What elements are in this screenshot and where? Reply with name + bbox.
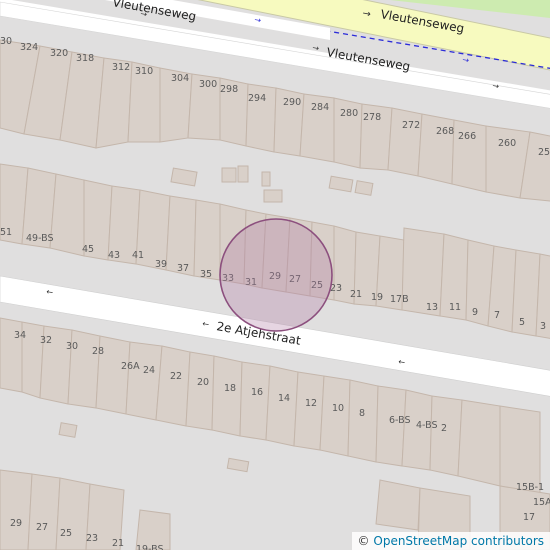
house-number: 5 [519, 317, 525, 328]
house-number: 32 [40, 335, 52, 346]
house-number: 16 [251, 387, 263, 398]
house-number: 11 [449, 302, 461, 313]
house-number: 37 [177, 263, 189, 274]
house-number: 26A [121, 361, 140, 372]
house-number: 9 [472, 307, 478, 318]
house-number: 45 [82, 244, 94, 255]
house-number: 21 [112, 538, 124, 549]
house-number: 278 [363, 112, 381, 123]
house-number: 34 [14, 330, 26, 341]
house-number: 304 [171, 73, 189, 84]
house-number: 3 [540, 321, 546, 332]
house-number: 35 [200, 269, 212, 280]
location-marker[interactable] [219, 218, 333, 332]
house-number: 17 [523, 512, 535, 523]
house-number: 25 [538, 147, 550, 158]
house-number: 18 [224, 383, 236, 394]
house-number: 266 [458, 131, 476, 142]
house-number: 284 [311, 102, 329, 113]
house-number: 19 [371, 292, 383, 303]
map-canvas[interactable]: Vleutenseweg Vleutenseweg Vleutenseweg 2… [0, 0, 550, 550]
house-number: 312 [112, 62, 130, 73]
house-number: 51 [0, 227, 12, 238]
house-number: 298 [220, 84, 238, 95]
house-number: 49-BS [26, 233, 54, 244]
house-number: 2 [441, 423, 447, 434]
house-number: 8 [359, 408, 365, 419]
house-number: 39 [155, 259, 167, 270]
house-number: 14 [278, 393, 290, 404]
house-number: 27 [36, 522, 48, 533]
house-number: 20 [197, 377, 209, 388]
house-number: 15B-1 [516, 482, 544, 493]
house-number: 10 [332, 403, 344, 414]
house-number: 41 [132, 250, 144, 261]
house-number: 23 [86, 533, 98, 544]
house-number: 272 [402, 120, 420, 131]
house-number: 260 [498, 138, 516, 149]
copyright-symbol: © [357, 534, 370, 548]
house-number: 15A [533, 497, 550, 508]
map-attribution: © OpenStreetMap contributors [351, 532, 550, 550]
house-number: 25 [60, 528, 72, 539]
house-number: 6-BS [389, 415, 411, 426]
house-number: 310 [135, 66, 153, 77]
house-number: 30 [0, 36, 12, 47]
house-number: 318 [76, 53, 94, 64]
house-number: 268 [436, 126, 454, 137]
house-number: 19-BS [136, 544, 164, 550]
house-number: 320 [50, 48, 68, 59]
house-number: 43 [108, 250, 120, 261]
house-number: 12 [305, 398, 317, 409]
attribution-link[interactable]: OpenStreetMap contributors [373, 534, 544, 548]
house-number: 22 [170, 371, 182, 382]
house-number: 17B [390, 294, 409, 305]
house-number: 4-BS [416, 420, 438, 431]
house-number: 7 [494, 310, 500, 321]
house-number: 13 [426, 302, 438, 313]
house-number: 21 [350, 289, 362, 300]
house-number: 24 [143, 365, 155, 376]
house-number: 294 [248, 93, 266, 104]
house-number: 324 [20, 42, 38, 53]
house-number: 30 [66, 341, 78, 352]
house-number: 300 [199, 79, 217, 90]
house-number: 28 [92, 346, 104, 357]
house-number: 290 [283, 97, 301, 108]
house-number: 29 [10, 518, 22, 529]
house-number: 280 [340, 108, 358, 119]
